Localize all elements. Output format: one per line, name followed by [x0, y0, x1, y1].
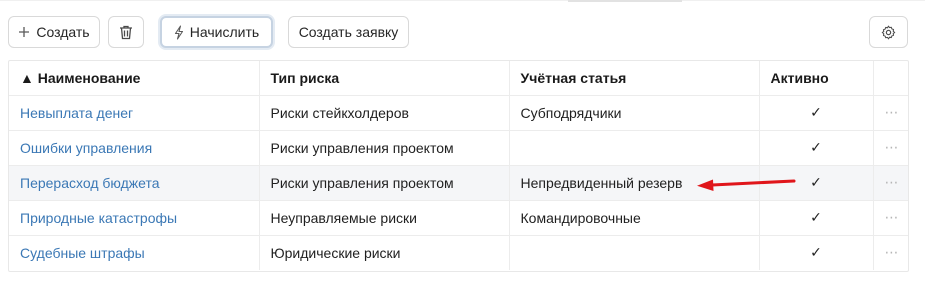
top-tab-indicator: [568, 0, 682, 2]
risk-type-cell: Риски управления проектом: [259, 165, 510, 201]
account-cell: Субподрядчики: [509, 95, 760, 131]
account-cell: [509, 130, 760, 166]
table-header-row: ▲ Наименование Тип риска Учётная статья …: [9, 61, 908, 96]
column-header-actions: [873, 61, 908, 96]
table-row[interactable]: Природные катастрофы Неуправляемые риски…: [9, 200, 908, 236]
column-header-name[interactable]: ▲ Наименование: [9, 61, 260, 96]
check-icon: ✓: [759, 95, 874, 131]
more-icon[interactable]: ⋯: [873, 235, 908, 270]
risk-name-link[interactable]: Природные катастрофы: [9, 200, 260, 236]
trash-icon: [119, 25, 133, 40]
risk-type-cell: Неуправляемые риски: [259, 200, 510, 236]
create-button[interactable]: Создать: [8, 16, 100, 48]
column-header-name-label: Наименование: [37, 69, 141, 86]
more-icon[interactable]: ⋯: [873, 165, 908, 201]
account-cell: Командировочные: [509, 200, 760, 236]
delete-button[interactable]: [108, 16, 144, 48]
create-request-button[interactable]: Создать заявку: [288, 16, 409, 48]
check-icon: ✓: [759, 235, 874, 270]
more-icon[interactable]: ⋯: [873, 200, 908, 236]
account-cell: [509, 235, 760, 270]
risk-type-cell: Риски стейкхолдеров: [259, 95, 510, 131]
column-header-risk-type[interactable]: Тип риска: [259, 61, 510, 96]
accrue-button-label: Начислить: [189, 24, 260, 40]
risk-name-link[interactable]: Невыплата денег: [9, 95, 260, 131]
table-row[interactable]: Ошибки управления Риски управления проек…: [9, 130, 908, 166]
annotation-arrow: [697, 179, 796, 191]
more-icon[interactable]: ⋯: [873, 95, 908, 131]
column-header-active[interactable]: Активно: [759, 61, 874, 96]
gear-icon: [881, 25, 896, 40]
accrue-button[interactable]: Начислить: [160, 16, 273, 48]
top-divider: [0, 0, 925, 1]
create-button-label: Создать: [36, 24, 90, 40]
toolbar: Создать Начислить Создать заявку: [8, 14, 918, 50]
risk-name-link[interactable]: Судебные штрафы: [9, 235, 260, 270]
create-request-button-label: Создать заявку: [298, 24, 399, 40]
table-row[interactable]: Судебные штрафы Юридические риски ✓ ⋯: [9, 235, 908, 270]
settings-button[interactable]: [869, 16, 908, 48]
risk-name-link[interactable]: Перерасход бюджета: [9, 165, 260, 201]
check-icon: ✓: [759, 130, 874, 166]
sort-asc-icon: ▲: [20, 69, 34, 86]
risk-name-link[interactable]: Ошибки управления: [9, 130, 260, 166]
more-icon[interactable]: ⋯: [873, 130, 908, 166]
check-icon: ✓: [759, 200, 874, 236]
risk-type-cell: Риски управления проектом: [259, 130, 510, 166]
column-header-account[interactable]: Учётная статья: [509, 61, 760, 96]
risks-table: ▲ Наименование Тип риска Учётная статья …: [8, 60, 909, 272]
table-row[interactable]: Невыплата денег Риски стейкхолдеров Субп…: [9, 95, 908, 131]
plus-icon: [18, 26, 30, 38]
risk-type-cell: Юридические риски: [259, 235, 510, 270]
lightning-icon: [174, 24, 184, 40]
